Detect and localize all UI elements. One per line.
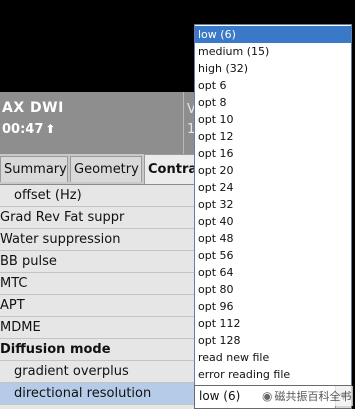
parameter-row[interactable]: Diffusion mode	[0, 339, 194, 361]
dropdown-option[interactable]: read new file	[195, 349, 351, 366]
parameter-label: MDME	[0, 320, 41, 335]
dropdown-option[interactable]: opt 80	[195, 281, 351, 298]
scan-time-value: 00:47	[2, 122, 44, 137]
parameter-label: gradient overplus	[14, 364, 129, 379]
parameter-row[interactable]: BB pulse	[0, 251, 194, 273]
parameter-row[interactable]: APT	[0, 295, 194, 317]
dropdown-option[interactable]: high (32)	[195, 60, 351, 77]
dropdown-option[interactable]: opt 56	[195, 247, 351, 264]
select-value: low (6)	[199, 389, 241, 403]
parameter-label: APT	[0, 298, 25, 313]
parameter-label: directional resolution	[14, 386, 152, 401]
parameter-row[interactable]: Water suppression	[0, 229, 194, 251]
dropdown-option[interactable]: opt 32	[195, 196, 351, 213]
tab-summary[interactable]: Summary	[0, 156, 68, 182]
dropdown-option[interactable]: opt 112	[195, 315, 351, 332]
parameter-row[interactable]: gradient overplus	[0, 361, 194, 383]
up-arrow-icon: ⬆	[45, 122, 56, 136]
dropdown-option[interactable]: opt 6	[195, 77, 351, 94]
parameter-label: Diffusion mode	[0, 342, 111, 357]
parameter-label: Water suppression	[0, 232, 121, 247]
parameter-row[interactable]: directional resolution	[0, 383, 194, 405]
tab-geometry[interactable]: Geometry	[70, 156, 142, 182]
parameter-row[interactable]: MTC	[0, 273, 194, 295]
dropdown-option[interactable]: opt 24	[195, 179, 351, 196]
dropdown-option[interactable]: opt 48	[195, 230, 351, 247]
dropdown-option[interactable]: error reading file	[195, 366, 351, 383]
dropdown-option[interactable]: opt 40	[195, 213, 351, 230]
watermark-text: 磁共振百科全书	[274, 390, 352, 403]
parameter-row[interactable]: MDME	[0, 317, 194, 339]
dropdown-options-list[interactable]: low (6) medium (15) high (32) opt 6 opt 8 opt…	[194, 24, 352, 387]
parameter-row[interactable]: Grad Rev Fat suppr	[0, 207, 194, 229]
dropdown-option[interactable]: opt 8	[195, 94, 351, 111]
scan-time: 00:47 ⬆	[2, 122, 55, 137]
dropdown-option[interactable]: opt 128	[195, 332, 351, 349]
dropdown-option[interactable]: opt 64	[195, 264, 351, 281]
dropdown-option[interactable]: opt 10	[195, 111, 351, 128]
dropdown-option[interactable]: low (6)	[195, 26, 351, 43]
parameter-row[interactable]: offset (Hz)	[0, 185, 194, 207]
parameter-label: offset (Hz)	[14, 188, 82, 203]
watermark: ◉ 磁共振百科全书	[262, 386, 354, 406]
dropdown-option[interactable]: opt 20	[195, 162, 351, 179]
parameter-list: offset (Hz) Grad Rev Fat suppr Water suppr…	[0, 185, 194, 409]
wechat-icon: ◉	[262, 389, 273, 403]
dropdown-option[interactable]: opt 16	[195, 145, 351, 162]
dropdown-option[interactable]: opt 12	[195, 128, 351, 145]
parameter-label: Grad Rev Fat suppr	[0, 210, 125, 225]
parameter-label: BB pulse	[0, 254, 57, 269]
scan-name: AX DWI	[2, 100, 64, 116]
dropdown-option[interactable]: medium (15)	[195, 43, 351, 60]
parameter-label: MTC	[0, 276, 28, 291]
header-divider	[183, 92, 184, 154]
dropdown-option[interactable]: opt 96	[195, 298, 351, 315]
